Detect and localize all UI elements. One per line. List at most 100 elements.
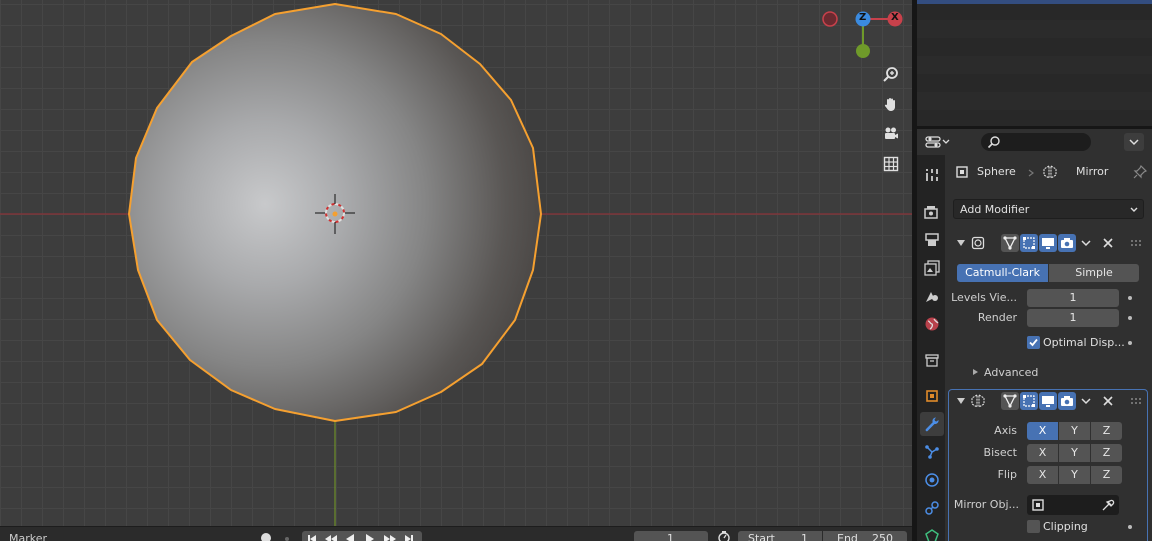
end-frame-label: End [837, 532, 858, 541]
object-icon [1032, 499, 1044, 511]
render-icon [924, 206, 938, 219]
mirror-modifier-header[interactable] [948, 389, 1149, 413]
collapse-arrow-icon[interactable] [956, 396, 966, 406]
marker-menu[interactable]: Marker [9, 532, 47, 541]
optimal-display-checkbox[interactable] [1027, 336, 1040, 349]
render-toggle[interactable] [1058, 234, 1076, 252]
viewport-display-toggle[interactable] [1039, 392, 1057, 410]
keyframe-dot[interactable] [1128, 525, 1132, 529]
next-keyframe-icon[interactable] [383, 533, 397, 541]
jump-start-icon[interactable] [306, 533, 318, 541]
viewport-display-toggle[interactable] [1039, 234, 1057, 252]
zoom-button[interactable] [879, 62, 903, 86]
object-icon [956, 166, 968, 178]
keyframe-dot[interactable] [1128, 296, 1132, 300]
close-icon[interactable] [1102, 237, 1114, 249]
flip-z-toggle[interactable]: Z [1091, 466, 1122, 484]
axis-x-toggle[interactable]: X [1027, 422, 1058, 440]
grid-icon [883, 156, 899, 172]
render-levels-field[interactable]: 1 [1027, 309, 1119, 327]
flip-x-toggle[interactable]: X [1027, 466, 1058, 484]
keyframe-dot[interactable] [1128, 316, 1132, 320]
flip-y-toggle[interactable]: Y [1059, 466, 1090, 484]
add-modifier-dropdown[interactable]: Add Modifier [953, 199, 1144, 219]
camera-icon [885, 127, 898, 139]
camera-icon [1061, 396, 1073, 406]
start-frame-field[interactable]: Start 1 [738, 531, 822, 541]
tab-collection[interactable] [920, 348, 944, 372]
tab-world[interactable] [920, 312, 944, 336]
pin-icon[interactable] [1133, 165, 1147, 179]
camera-icon [1061, 238, 1073, 248]
render-levels-label: Render [977, 311, 1017, 324]
tab-scene[interactable] [920, 284, 944, 308]
jump-end-icon[interactable] [403, 533, 415, 541]
gizmo-neg-y[interactable] [856, 44, 870, 58]
mirror-object-label: Mirror Obj... [953, 498, 1019, 511]
viewport-canvas[interactable] [0, 0, 912, 526]
subsurf-modifier-header[interactable] [948, 231, 1149, 255]
chevron-down-icon [1130, 207, 1138, 212]
ortho-toggle-button[interactable] [879, 152, 903, 176]
play-icon[interactable] [364, 533, 376, 541]
bisect-y-toggle[interactable]: Y [1059, 444, 1090, 462]
options-dropdown[interactable] [1124, 133, 1144, 151]
tab-view-layer[interactable] [920, 256, 944, 280]
edit-mode-cage-toggle[interactable] [1001, 392, 1019, 410]
chevron-down-icon[interactable] [1080, 237, 1092, 249]
axis-z-toggle[interactable]: Z [1091, 422, 1122, 440]
levels-viewport-field[interactable]: 1 [1027, 289, 1119, 307]
record-button-icon[interactable] [260, 532, 272, 541]
edit-mode-cage-toggle[interactable] [1001, 234, 1019, 252]
tab-modifiers[interactable] [920, 412, 944, 436]
clipping-checkbox[interactable] [1027, 520, 1040, 533]
gizmo-neg-x[interactable] [822, 11, 838, 27]
3d-viewport[interactable]: Z X [0, 0, 912, 526]
current-frame-field[interactable]: 1 [634, 531, 708, 541]
eyedropper-icon[interactable] [1101, 498, 1115, 512]
mirror-object-field[interactable] [1027, 495, 1119, 515]
flip-label: Flip [997, 468, 1017, 481]
drag-handle-icon[interactable] [1130, 239, 1144, 247]
edit-mode-icon [1023, 395, 1035, 407]
stopwatch-icon[interactable] [717, 530, 731, 541]
tab-output[interactable] [920, 228, 944, 252]
edit-mode-toggle[interactable] [1020, 392, 1038, 410]
close-icon[interactable] [1102, 395, 1114, 407]
start-frame-label: Start [748, 532, 775, 541]
axis-y-toggle[interactable]: Y [1059, 422, 1090, 440]
tab-tool[interactable] [920, 163, 944, 187]
bisect-z-toggle[interactable]: Z [1091, 444, 1122, 462]
tab-data[interactable] [920, 524, 944, 541]
editor-type-dropdown[interactable] [925, 133, 957, 151]
tab-object[interactable] [920, 384, 944, 408]
auto-keying-icon[interactable] [282, 534, 292, 541]
tab-render[interactable] [920, 200, 944, 224]
outliner-row [917, 74, 1152, 92]
tab-constraints[interactable] [920, 496, 944, 520]
outliner[interactable] [917, 0, 1152, 126]
drag-handle-icon[interactable] [1130, 397, 1144, 405]
pan-button[interactable] [879, 92, 903, 116]
bisect-label: Bisect [983, 446, 1017, 459]
properties-search-input[interactable] [981, 133, 1091, 151]
breadcrumb-modifier: Mirror [1076, 165, 1109, 178]
tab-physics[interactable] [920, 468, 944, 492]
camera-view-button[interactable] [879, 122, 903, 146]
subdivision-type-simple[interactable]: Simple [1049, 264, 1139, 282]
prev-keyframe-icon[interactable] [324, 533, 338, 541]
expand-arrow-icon[interactable] [971, 368, 979, 376]
collapse-arrow-icon[interactable] [956, 238, 966, 248]
chevron-down-icon[interactable] [1080, 395, 1092, 407]
subdivision-type-catmull-clark[interactable]: Catmull-Clark [957, 264, 1048, 282]
render-toggle[interactable] [1058, 392, 1076, 410]
end-frame-field[interactable]: End 250 [823, 531, 907, 541]
tab-particles[interactable] [920, 440, 944, 464]
mesh-data-icon [925, 529, 939, 541]
edit-mode-toggle[interactable] [1020, 234, 1038, 252]
bisect-x-toggle[interactable]: X [1027, 444, 1058, 462]
keyframe-dot[interactable] [1128, 341, 1132, 345]
advanced-subpanel-label[interactable]: Advanced [984, 366, 1038, 379]
wrench-icon [925, 417, 939, 432]
play-reverse-icon[interactable] [344, 533, 356, 541]
